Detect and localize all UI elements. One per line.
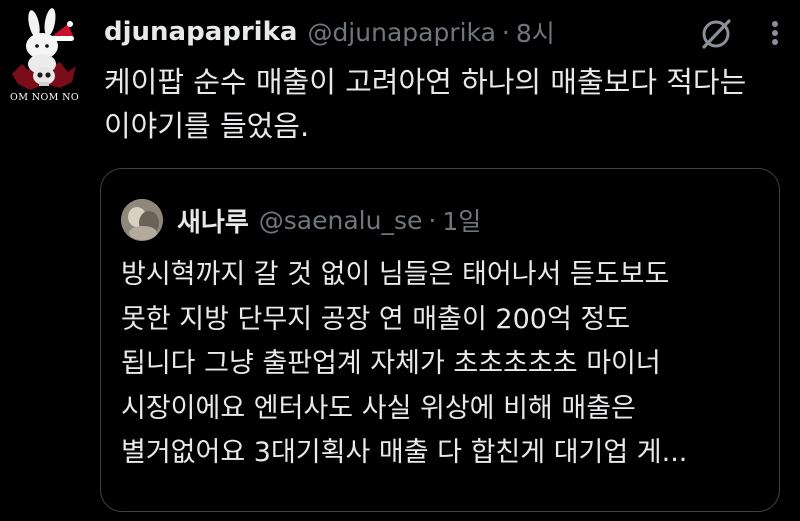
photo-avatar-icon [121,199,163,241]
quoted-tweet-card[interactable]: 새나루 @saenalu_se · 1일 방시혁까지 갈 것 없이 님들은 태어… [100,168,780,512]
author-handle[interactable]: @djunapaprika [307,18,495,47]
more-options-button[interactable] [758,16,792,50]
more-vertical-icon [772,21,778,45]
tweet-text-line: 이야기를 들었음. [104,109,310,143]
quoted-text-line: 시장이에요 엔터사도 사실 위상에 비해 매출은 [121,392,636,424]
quoted-author-display-name[interactable]: 새나루 [177,202,249,239]
tweet-body: 케이팝 순수 매출이 고려아연 하나의 매출보다 적다는 이야기를 들었음. [104,60,784,148]
quoted-text-line: 못한 지방 단무지 공장 연 매출이 200억 정도 [121,303,631,335]
grok-button[interactable] [696,14,736,54]
author-display-name[interactable]: djunapaprika [104,17,297,47]
quoted-text-line: 됩니다 그냥 출판업계 자체가 초초초초초 마이너 [121,348,661,379]
tweet[interactable]: OM NOM NO djunapaprika @djunapaprika · 8… [0,0,800,521]
separator-dot: · [501,17,510,47]
tweet-header: djunapaprika @djunapaprika · 8시 [104,12,555,52]
quoted-author-handle[interactable]: @saenalu_se [259,206,423,235]
quoted-tweet-timestamp[interactable]: 1일 [442,202,481,238]
avatar-caption: OM NOM NO [10,92,80,103]
separator-dot: · [428,205,437,235]
tweet-timestamp[interactable]: 8시 [516,14,555,50]
tweet-text-line: 케이팝 순수 매출이 고려아연 하나의 매출보다 적다는 [104,65,747,99]
quoted-tweet-body: 방시혁까지 갈 것 없이 님들은 태어나서 듣도보도 못한 지방 단무지 공장 … [121,253,771,476]
quoted-text-line: 별거없어요 3대기획사 매출 다 합친게 대기업 게... [121,437,688,468]
grok-icon [702,19,731,49]
quoted-author-avatar[interactable] [121,199,163,241]
quoted-tweet-header: 새나루 @saenalu_se · 1일 [177,199,481,241]
author-avatar[interactable]: OM NOM NO [4,4,88,112]
quoted-text-line: 방시혁까지 갈 것 없이 님들은 태어나서 듣도보도 [121,259,670,290]
